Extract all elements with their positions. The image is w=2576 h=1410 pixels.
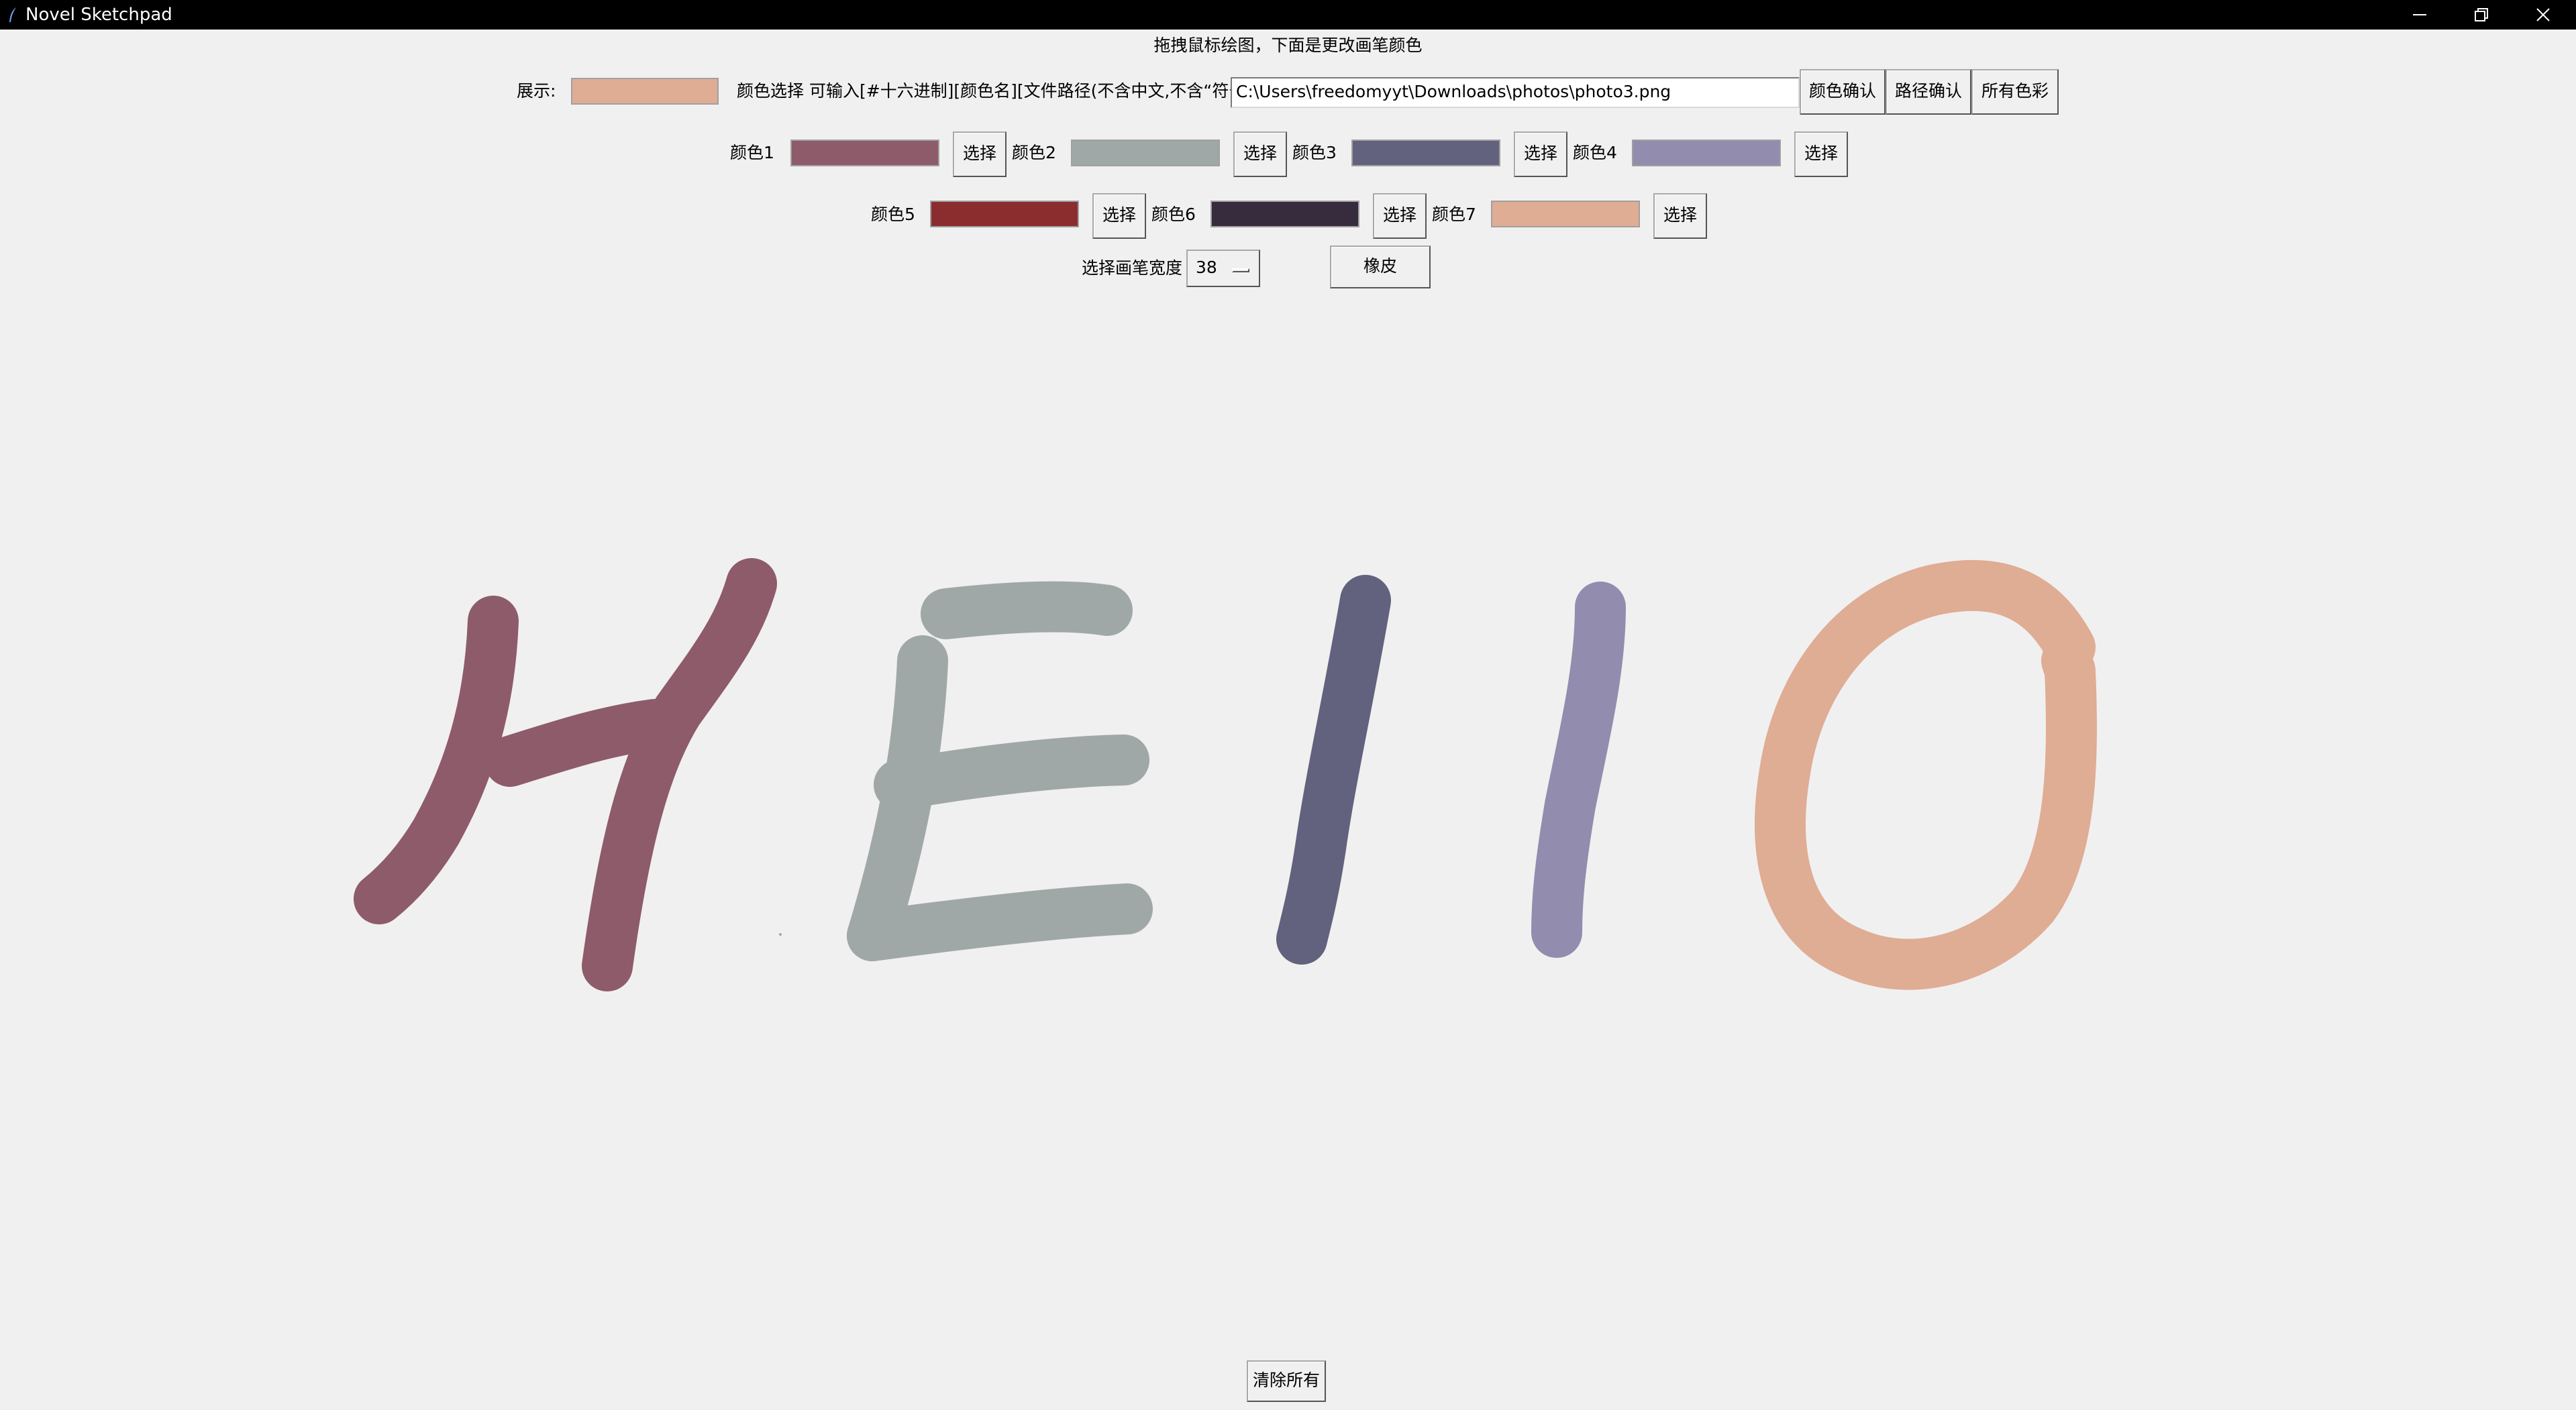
color4-select-button[interactable]: 选择: [1794, 131, 1848, 177]
confirm-color-button[interactable]: 颜色确认: [1800, 69, 1886, 115]
confirm-path-button[interactable]: 路径确认: [1886, 69, 1971, 115]
color3-select-button[interactable]: 选择: [1514, 131, 1567, 177]
color7-swatch: [1491, 201, 1640, 227]
color4-label: 颜色4: [1573, 143, 1617, 162]
stroke-h-left: [354, 596, 519, 924]
stroke-e-top: [921, 581, 1133, 639]
dropdown-indicator-icon: [1232, 268, 1249, 272]
all-colors-button[interactable]: 所有色彩: [1971, 69, 2059, 115]
color4-swatch: [1632, 140, 1781, 166]
color2-select-button[interactable]: 选择: [1233, 131, 1287, 177]
color1-select-button[interactable]: 选择: [953, 131, 1007, 177]
hint-text: 拖拽鼠标绘图，下面是更改画笔颜色: [1153, 36, 1423, 55]
color5-label: 颜色5: [871, 205, 915, 224]
stroke-o: [1755, 559, 2097, 990]
stroke-e-bottom: [847, 883, 1153, 961]
eraser-button[interactable]: 橡皮: [1330, 246, 1431, 288]
color3-label: 颜色3: [1292, 143, 1337, 162]
color7-select-button[interactable]: 选择: [1653, 193, 1707, 239]
width-dropdown[interactable]: 38: [1186, 250, 1260, 287]
stroke-h-right: [582, 558, 777, 991]
canvas-dot: [779, 933, 782, 936]
stroke-e-middle: [874, 735, 1149, 810]
stroke-l2: [1531, 582, 1626, 958]
clear-all-button[interactable]: 清除所有: [1247, 1360, 1326, 1402]
width-value: 38: [1196, 258, 1217, 277]
color6-label: 颜色6: [1151, 205, 1196, 224]
color5-swatch: [930, 201, 1079, 227]
color6-swatch: [1210, 201, 1359, 227]
stroke-l1: [1276, 575, 1391, 965]
color1-swatch: [790, 140, 939, 166]
color2-swatch: [1071, 140, 1220, 166]
preview-swatch: [571, 78, 719, 105]
width-label: 选择画笔宽度: [1082, 258, 1183, 278]
color1-label: 颜色1: [730, 143, 774, 162]
color5-select-button[interactable]: 选择: [1092, 193, 1146, 239]
color6-select-button[interactable]: 选择: [1373, 193, 1427, 239]
path-input[interactable]: C:\Users\freedomyyt\Downloads\photos\pho…: [1231, 77, 1800, 108]
preview-label: 展示:: [517, 81, 556, 101]
color-select-label: 颜色选择 可输入[#十六进制][颜色名][文件路径(不含中文,不含“符号)]: [737, 81, 1259, 101]
color3-swatch: [1351, 140, 1500, 166]
color7-label: 颜色7: [1432, 205, 1476, 224]
color2-label: 颜色2: [1012, 143, 1056, 162]
